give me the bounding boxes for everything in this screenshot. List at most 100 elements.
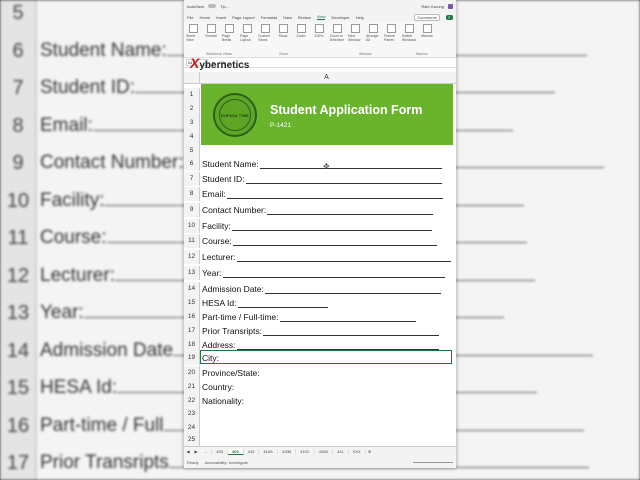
selected-cell-a19[interactable]	[200, 350, 452, 364]
form-field-contact-number[interactable]: Contact Number:	[202, 203, 434, 215]
ribbon-100--button[interactable]: 100%	[312, 24, 326, 55]
ribbon-new-window-button[interactable]: New Window	[348, 24, 362, 55]
menu-data[interactable]: Data	[283, 15, 291, 20]
row-header-21[interactable]: 21	[184, 380, 200, 394]
form-field-student-name[interactable]: Student Name:	[202, 157, 442, 169]
accessibility-status[interactable]: Accessibility: Investigate	[205, 460, 248, 465]
form-field-admission-date[interactable]: Admission Date:	[202, 282, 441, 294]
row-header-7[interactable]: 7	[184, 172, 200, 186]
row-header-22[interactable]: 22	[184, 394, 200, 408]
add-sheet-icon[interactable]: ⊕	[366, 449, 374, 454]
ribbon-page-break-button[interactable]: Page Break	[222, 24, 236, 55]
menu-home[interactable]: Home	[199, 15, 210, 20]
form-field-year[interactable]: Year:	[202, 266, 445, 278]
form-field-student-id[interactable]: Student ID:	[202, 172, 442, 184]
autosave-toggle[interactable]	[208, 4, 217, 8]
sheet-tab-XXX[interactable]: XXX	[349, 449, 366, 454]
avatar[interactable]	[448, 3, 453, 9]
form-field-province-state[interactable]: Province/State:	[202, 366, 260, 378]
ribbon-switch-windows-button[interactable]: Switch Windows	[402, 24, 416, 55]
sheet-tab-411[interactable]: 411	[333, 449, 349, 454]
row-header-2[interactable]: 2	[184, 102, 200, 116]
form-field-nationality[interactable]: Nationality:	[202, 394, 244, 406]
comments-button[interactable]: Comments	[414, 13, 440, 21]
row-header-14[interactable]: 14	[184, 282, 200, 296]
ribbon-custom-views-button[interactable]: Custom Views	[258, 24, 272, 55]
zoom-slider[interactable]	[413, 461, 453, 463]
background-row-label: Year:	[40, 302, 84, 323]
form-field-course[interactable]: Course:	[202, 234, 437, 246]
menu-help[interactable]: Help	[356, 15, 364, 20]
row-header-23[interactable]: 23	[184, 407, 200, 421]
form-field-address[interactable]: Address:	[202, 338, 439, 350]
select-all-corner[interactable]	[184, 72, 200, 84]
sheet-tab-410[interactable]: 410	[244, 449, 260, 454]
row-header-19[interactable]: 19	[184, 351, 200, 365]
menu-bar: File Home Insert Page Layout Formulas Data Rev…	[184, 12, 456, 22]
field-label: Facility:	[202, 221, 231, 231]
menu-developer[interactable]: Developer	[331, 15, 349, 20]
menu-page-layout[interactable]: Page Layout	[232, 15, 254, 20]
ribbon-freeze-panes-button[interactable]: Freeze Panes	[384, 24, 398, 55]
tab-scroll-left-icon[interactable]: ◀	[184, 449, 192, 454]
form-field-hesa-id[interactable]: HESA Id:	[202, 296, 328, 308]
row-header-16[interactable]: 16	[184, 310, 200, 324]
ribbon-zoom-to-selection-button[interactable]: Zoom to Selection	[330, 24, 344, 55]
ribbon-macros-button[interactable]: Macros	[420, 24, 434, 55]
row-header-15[interactable]: 15	[184, 296, 200, 310]
tab-scroll-right-icon[interactable]: ▶	[192, 449, 200, 454]
menu-formulas[interactable]: Formulas	[261, 15, 278, 20]
column-a-header[interactable]: A	[200, 72, 453, 84]
menu-file[interactable]: File	[187, 15, 193, 20]
row-header-4[interactable]: 4	[184, 130, 200, 144]
ribbon-page-layout-button[interactable]: Page Layout	[240, 24, 254, 55]
row-header-8[interactable]: 8	[184, 187, 200, 201]
row-header-6[interactable]: 6	[184, 157, 200, 171]
row-header-13[interactable]: 13	[184, 266, 200, 280]
ribbon-group-label: Window	[359, 52, 372, 56]
field-underline	[231, 223, 432, 231]
ribbon-show-button[interactable]: Show	[276, 24, 290, 55]
background-row-number: 10	[6, 189, 30, 212]
sheet-tab-[interactable]: ...	[200, 449, 213, 454]
row-header-9[interactable]: 9	[184, 203, 200, 217]
row-header-3[interactable]: 3	[184, 116, 200, 130]
row-header-5[interactable]: 5	[184, 144, 200, 158]
form-field-lecturer[interactable]: Lecturer:	[202, 250, 451, 262]
row-header-20[interactable]: 20	[184, 366, 200, 380]
ribbon-zoom-button[interactable]: Zoom	[294, 24, 308, 55]
sheet-tab-410B[interactable]: 410B	[278, 449, 297, 454]
menu-review[interactable]: Review	[298, 15, 311, 20]
sheet-tab-410C[interactable]: 410C	[296, 449, 315, 454]
ribbon-sheet-view-button[interactable]: Sheet View	[186, 24, 200, 55]
row-header-1[interactable]: 1	[184, 88, 200, 102]
sheet-tab-410A[interactable]: 410A	[259, 449, 278, 454]
menu-insert[interactable]: Insert	[216, 15, 226, 20]
sheet-tab-409[interactable]: 409	[228, 448, 244, 455]
form-field-prior-transripts[interactable]: Prior Transripts:	[202, 324, 439, 336]
column-header-bar: A	[184, 72, 456, 84]
ribbon-button-label: Sheet View	[186, 34, 196, 42]
menu-view[interactable]: View	[316, 14, 326, 20]
autosave-label: AutoSave	[187, 3, 205, 9]
field-underline	[264, 286, 441, 294]
field-label: Contact Number:	[202, 205, 267, 215]
ribbon-normal-button[interactable]: Normal	[204, 24, 218, 55]
form-field-email[interactable]: Email:	[202, 187, 443, 199]
form-field-part-time-full-time[interactable]: Part-time / Full-time:	[202, 310, 416, 322]
row-header-17[interactable]: 17	[184, 324, 200, 338]
row-header-11[interactable]: 11	[184, 234, 200, 248]
row-header-10[interactable]: 10	[184, 219, 200, 233]
share-icon[interactable]: ⇪	[445, 14, 453, 20]
ribbon-button-label: Show	[278, 34, 288, 38]
sheet-tab-410D[interactable]: 410D	[315, 449, 334, 454]
row-header-18[interactable]: 18	[184, 338, 200, 352]
field-label: Province/State:	[202, 368, 260, 378]
ribbon-button-icon	[224, 24, 234, 33]
sheet-tab-403[interactable]: 403	[212, 449, 229, 454]
form-field-country[interactable]: Country:	[202, 380, 234, 392]
row-header-25[interactable]: 25	[184, 433, 200, 447]
row-header-12[interactable]: 12	[184, 250, 200, 264]
form-field-facility[interactable]: Facility:	[202, 219, 432, 231]
ribbon-arrange-all-button[interactable]: Arrange All	[366, 24, 380, 55]
